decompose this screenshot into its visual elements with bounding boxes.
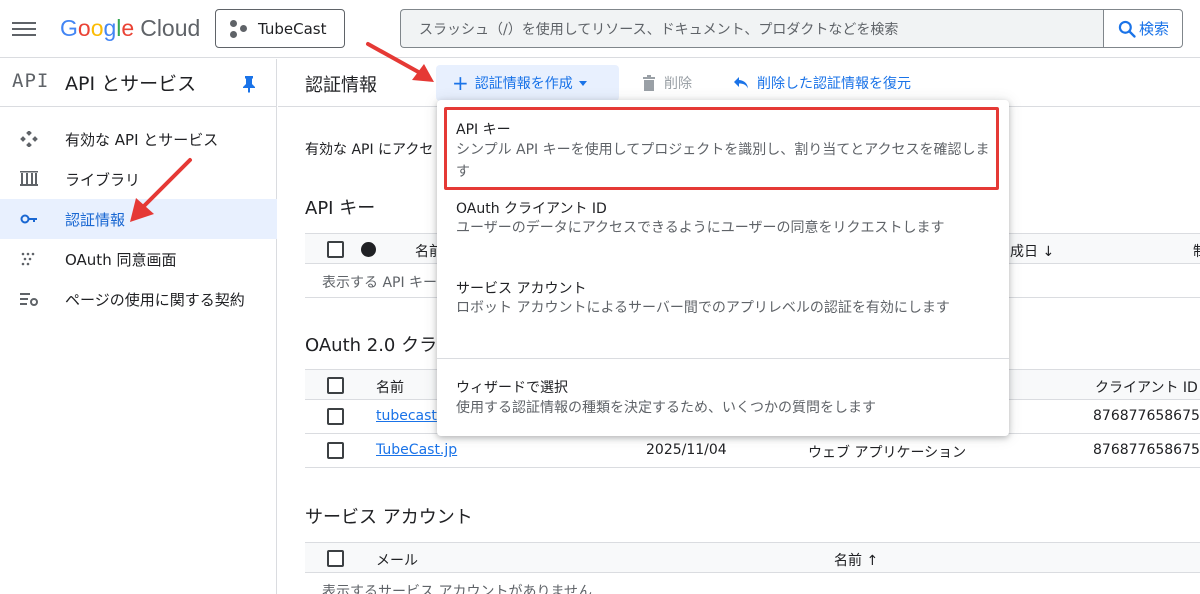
client-id: 876877658675 <box>1093 442 1200 458</box>
select-all-checkbox[interactable] <box>327 241 344 258</box>
api-keys-heading: API キー <box>305 198 376 219</box>
delete-button[interactable]: 削除 <box>642 73 692 93</box>
select-all-checkbox[interactable] <box>327 550 344 567</box>
sidebar-item-enabled-apis[interactable]: 有効な API とサービス <box>0 119 277 159</box>
restore-deleted-credentials-button[interactable]: 削除した認証情報を復元 <box>733 73 911 93</box>
google-cloud-logo[interactable]: Google Cloud <box>60 14 200 42</box>
dots-grid-icon <box>21 252 35 266</box>
menu-item-service-account[interactable]: サービス アカウント ロボット アカウントによるサーバー間でのアプリレベルの認証… <box>437 270 1009 350</box>
library-icon <box>20 171 38 186</box>
service-accounts-heading: サービス アカウント <box>305 507 473 528</box>
oauth-clients-heading: OAuth 2.0 クラ <box>305 335 438 356</box>
search-button[interactable]: 検索 <box>1103 9 1183 48</box>
project-picker-button[interactable]: TubeCast <box>215 9 345 48</box>
undo-icon <box>734 77 748 89</box>
empty-state-text: 表示する API キー <box>322 275 438 291</box>
search-icon <box>1118 20 1136 38</box>
project-name: TubeCast <box>258 19 327 38</box>
hamburger-menu-icon[interactable] <box>12 18 36 40</box>
page-title: 認証情報 <box>305 75 377 96</box>
sidebar: API API とサービス 有効な API とサービス ライブラリ 認証情報 O… <box>0 59 277 594</box>
status-dot-icon <box>361 242 376 257</box>
sidebar-item-credentials[interactable]: 認証情報 <box>0 199 277 239</box>
key-icon <box>20 214 37 224</box>
created-date-header[interactable]: 成日 ↓ <box>1010 241 1054 261</box>
create-credentials-button[interactable]: + 認証情報を作成 <box>436 65 619 101</box>
pin-icon[interactable] <box>242 75 256 93</box>
row-checkbox[interactable] <box>327 408 344 425</box>
select-all-checkbox[interactable] <box>327 377 344 394</box>
menu-item-api-key[interactable]: API キー シンプル API キーを使用してプロジェクトを識別し、割り当てとア… <box>437 110 1009 186</box>
search-button-label: 検索 <box>1138 20 1169 38</box>
intro-text: 有効な API にアクセ <box>305 142 434 158</box>
client-id: 876877658675 <box>1093 408 1200 424</box>
search-placeholder: スラッシュ（/）を使用してリソース、ドキュメント、プロダクトなどを検索 <box>419 21 899 38</box>
project-icon <box>230 19 248 38</box>
client-name-link[interactable]: tubecast- <box>376 408 442 424</box>
trash-icon <box>643 75 655 91</box>
menu-item-wizard[interactable]: ウィザードで選択 使用する認証情報の種類を決定するため、いくつかの質問をします <box>437 368 1009 428</box>
plus-icon: + <box>452 71 469 95</box>
table-row: 表示するサービス アカウントがありません <box>305 574 1200 594</box>
created-date: 2025/11/04 <box>646 442 727 458</box>
sidebar-header: API API とサービス <box>0 59 277 107</box>
search-input[interactable]: スラッシュ（/）を使用してリソース、ドキュメント、プロダクトなどを検索 <box>400 9 1103 48</box>
empty-state-text: 表示するサービス アカウントがありません <box>322 584 593 594</box>
client-type: ウェブ アプリケーション <box>808 445 967 461</box>
table-row: TubeCast.jp 2025/11/04 ウェブ アプリケーション 8768… <box>305 435 1200 468</box>
sidebar-title: API とサービス <box>65 73 197 95</box>
sidebar-item-oauth-consent[interactable]: OAuth 同意画面 <box>0 239 277 279</box>
top-bar: Google Cloud TubeCast スラッシュ（/）を使用してリソース、ド… <box>0 0 1200 58</box>
menu-item-oauth-client-id[interactable]: OAuth クライアント ID ユーザーのデータにアクセスできるようにユーザーの… <box>437 190 1009 266</box>
row-checkbox[interactable] <box>327 442 344 459</box>
client-name-link[interactable]: TubeCast.jp <box>376 442 457 458</box>
api-badge: API <box>12 70 50 92</box>
name-sort-header[interactable]: 名前 ↑ <box>834 550 878 570</box>
diamond-dots-icon <box>20 131 38 147</box>
settings-list-icon <box>20 293 38 306</box>
create-credentials-menu: API キー シンプル API キーを使用してプロジェクトを識別し、割り当てとア… <box>437 100 1009 436</box>
sidebar-item-library[interactable]: ライブラリ <box>0 159 277 199</box>
menu-divider <box>437 358 1009 359</box>
service-accounts-table-header: メール 名前 ↑ <box>305 542 1200 573</box>
sidebar-item-page-usage-agreements[interactable]: ページの使用に関する契約 <box>0 279 277 319</box>
caret-down-icon <box>578 80 587 86</box>
